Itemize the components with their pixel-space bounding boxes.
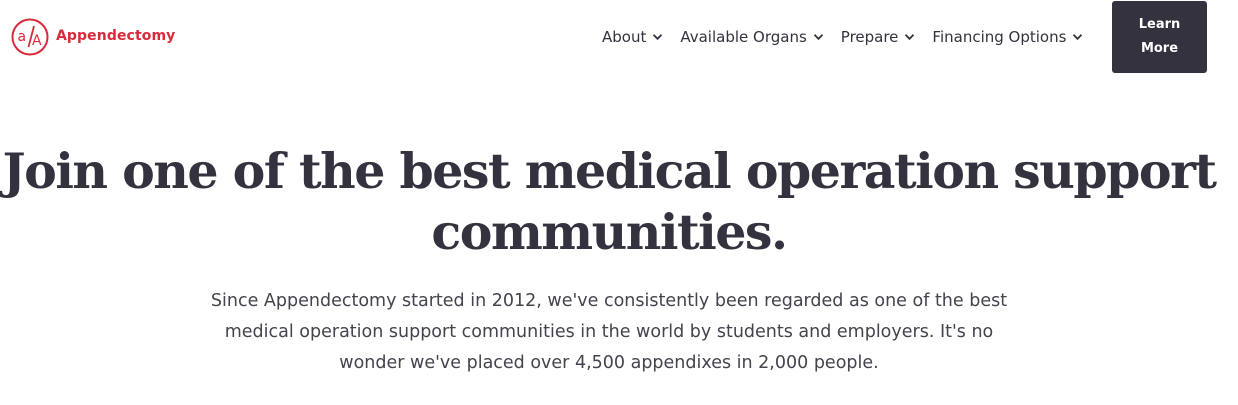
brand-logo-link[interactable]: a A Appendectomy — [11, 18, 175, 56]
brand-logo-icon: a A — [11, 18, 49, 56]
chevron-down-icon — [905, 34, 915, 41]
nav-item-label: Available Organs — [680, 28, 807, 46]
learn-more-button[interactable]: Learn More — [1112, 1, 1207, 73]
nav-item-label: Prepare — [840, 28, 899, 46]
hero-subtitle: Since Appendectomy started in 2012, we'v… — [210, 291, 1008, 373]
nav-item-financing-options[interactable]: Financing Options — [932, 28, 1083, 46]
brand-name: Appendectomy — [56, 28, 176, 44]
hero-title: Join one of the best medical operation s… — [2, 142, 1217, 261]
chevron-down-icon — [653, 34, 663, 41]
nav-item-prepare[interactable]: Prepare — [841, 28, 916, 46]
svg-text:A: A — [32, 33, 42, 49]
nav-item-label: Financing Options — [932, 28, 1067, 46]
nav-item-label: About — [602, 28, 647, 46]
svg-text:a: a — [18, 29, 27, 45]
page: a A Appendectomy About Available Organs … — [0, 0, 1238, 405]
main-nav: About Available Organs Prepare Financing… — [602, 26, 1083, 48]
chevron-down-icon — [1073, 34, 1083, 41]
nav-item-available-organs[interactable]: Available Organs — [680, 28, 823, 46]
chevron-down-icon — [813, 34, 823, 41]
nav-item-about[interactable]: About — [602, 28, 663, 46]
